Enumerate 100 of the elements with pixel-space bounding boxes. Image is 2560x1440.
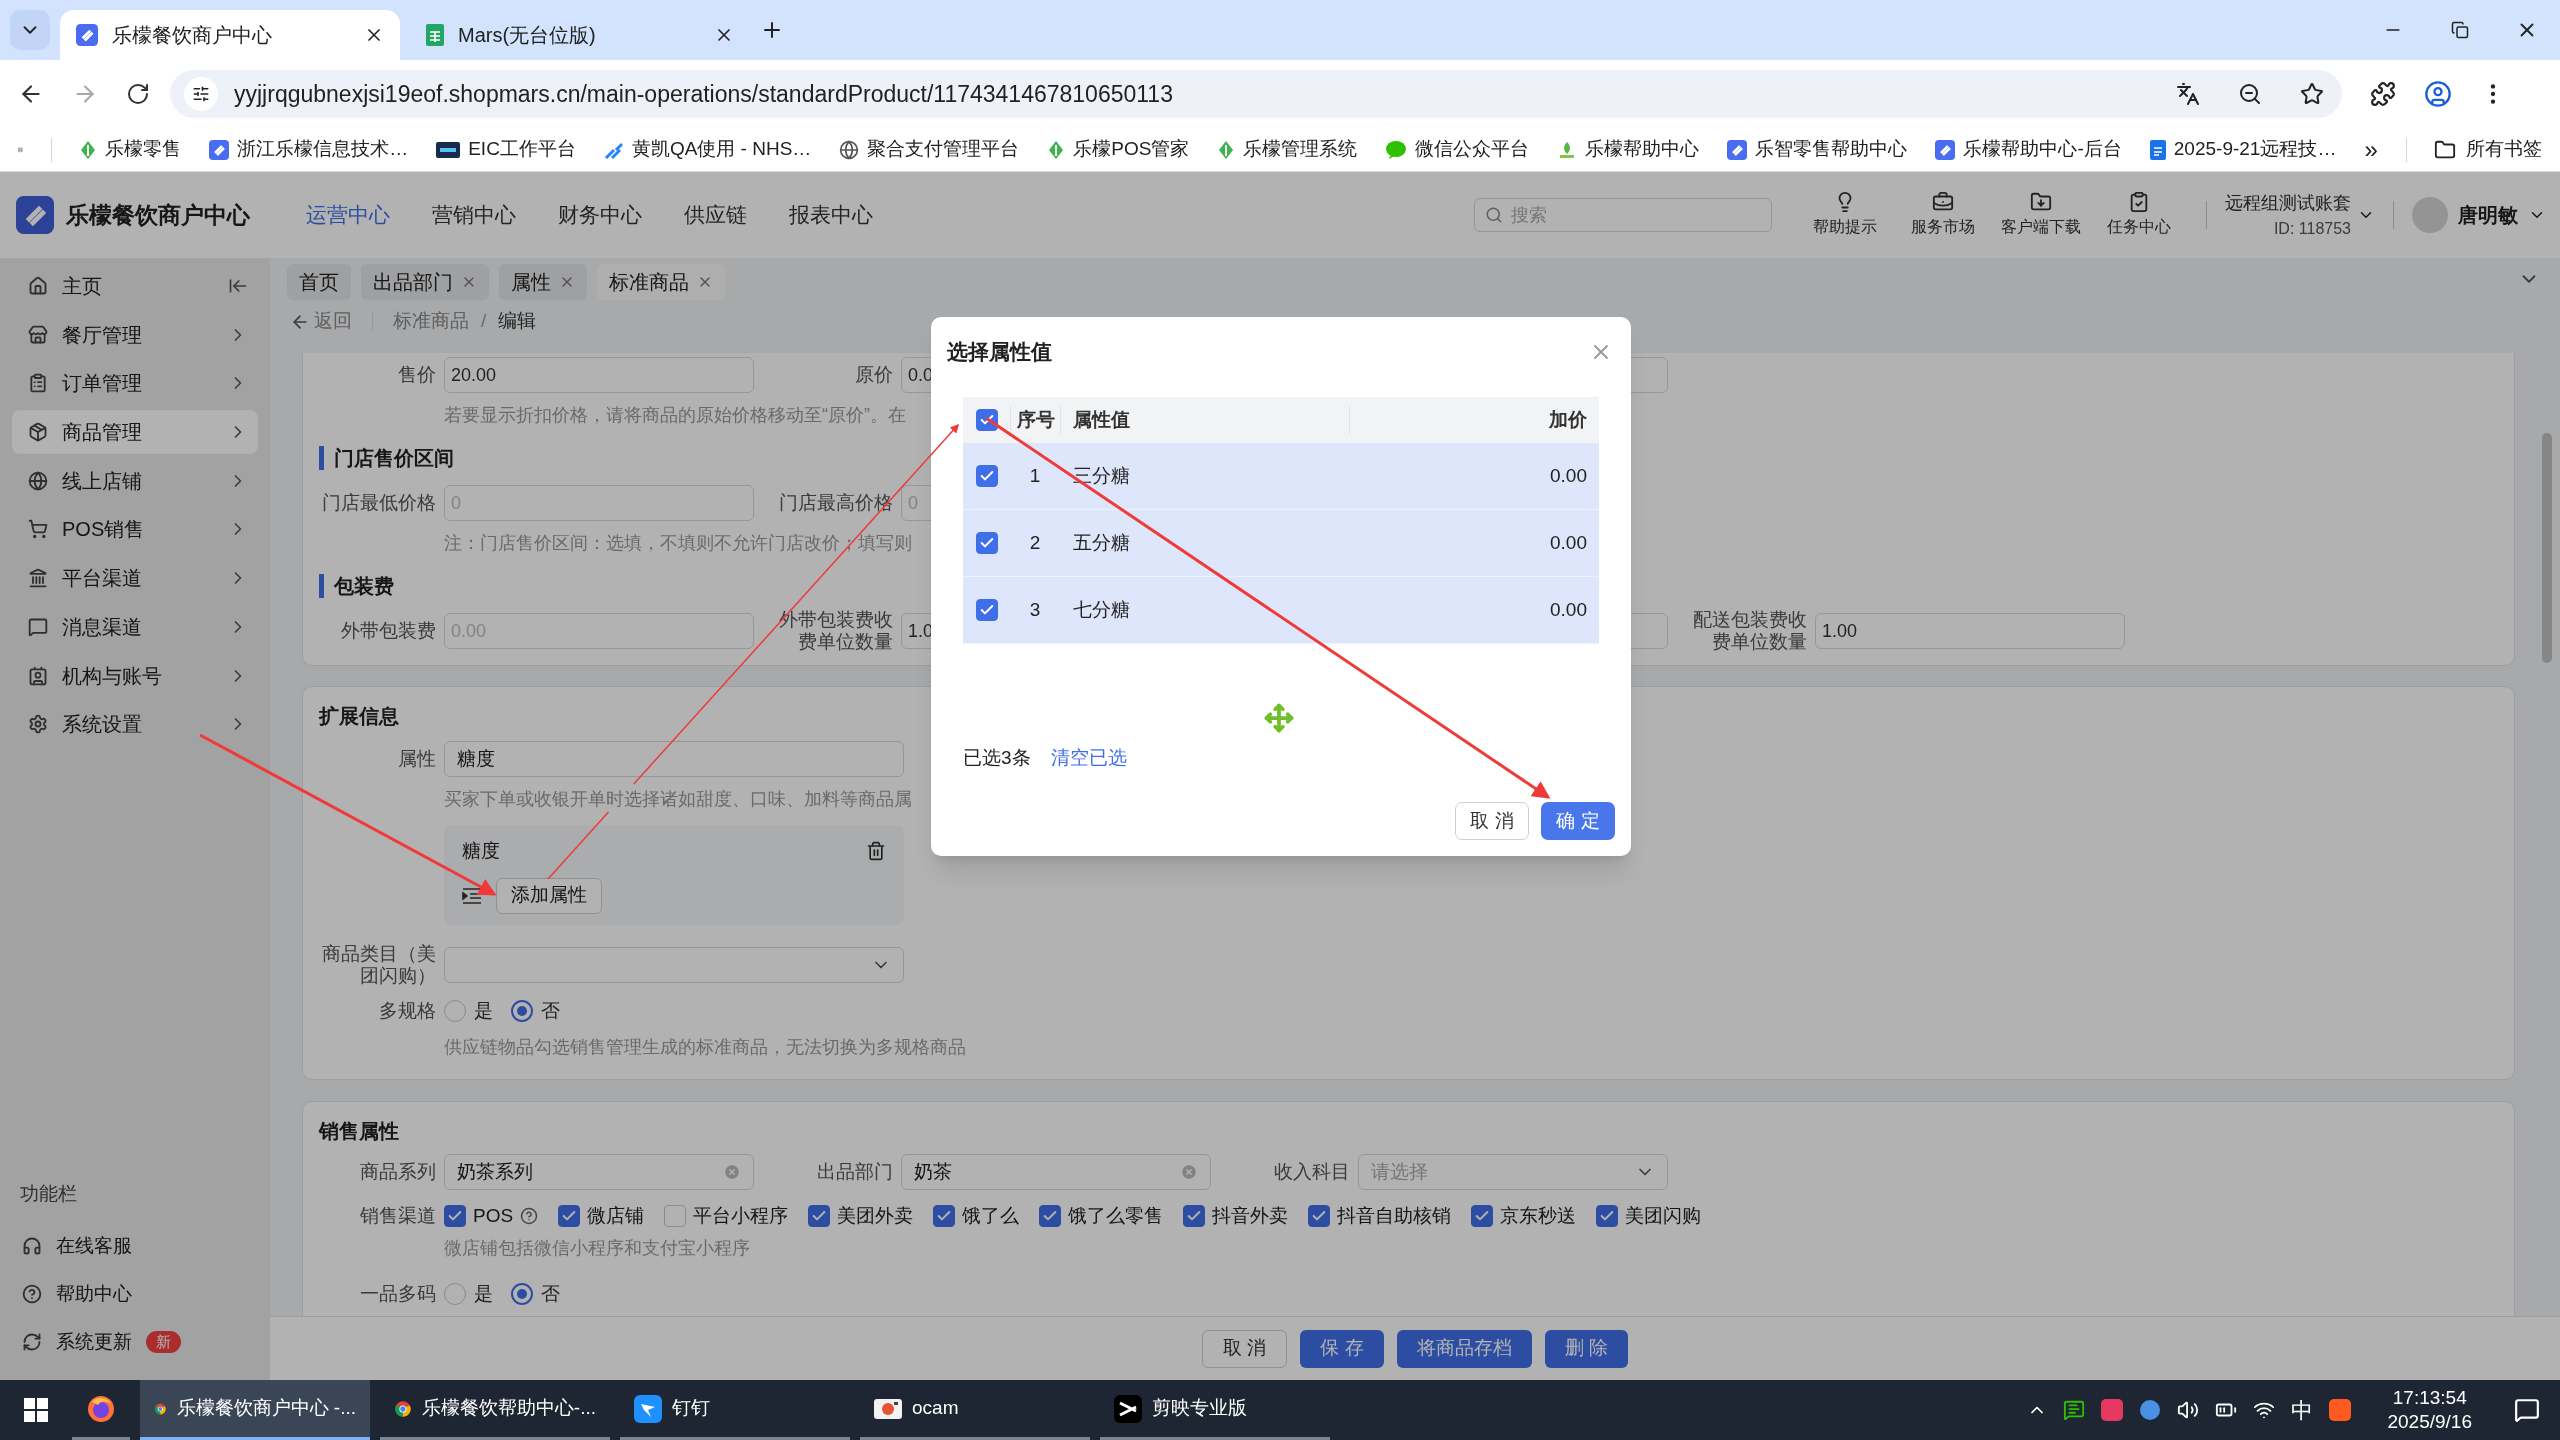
zoom-icon[interactable] xyxy=(2238,82,2262,106)
clock[interactable]: 17:13:54 2025/9/16 xyxy=(2387,1386,2472,1434)
notifications-icon[interactable] xyxy=(2514,1397,2540,1423)
input-field[interactable]: 糖度 xyxy=(444,741,904,777)
checkbox[interactable] xyxy=(808,1205,831,1227)
input-field[interactable]: 20.00 xyxy=(444,357,754,393)
bookmark[interactable]: 黄凯QA使用 - NHS… xyxy=(603,135,812,164)
sidebar-item[interactable]: 线上店铺 xyxy=(12,458,258,503)
restore-icon[interactable] xyxy=(2450,21,2469,39)
sidebar-item[interactable]: 系统设置 xyxy=(12,702,258,747)
checkbox[interactable] xyxy=(1183,1205,1206,1227)
bookmark[interactable]: 乐檬零售 xyxy=(79,135,182,164)
sidebar-item[interactable]: 机构与账号 xyxy=(12,653,258,698)
star-icon[interactable] xyxy=(2300,82,2324,106)
dialog-button[interactable]: 取 消 xyxy=(1455,802,1529,840)
table-row[interactable]: 2 五分糖 0.00 xyxy=(963,510,1599,577)
page-tab[interactable]: 首页 xyxy=(287,264,351,300)
select-field[interactable]: 奶茶 xyxy=(901,1154,1211,1190)
taskbar-app[interactable]: ocam xyxy=(860,1380,1090,1440)
sidebar-item[interactable]: 商品管理 xyxy=(12,410,258,455)
sidebar-item[interactable]: 订单管理 xyxy=(12,361,258,406)
collapse-icon[interactable] xyxy=(228,276,248,296)
checkbox[interactable] xyxy=(975,599,998,621)
input-field[interactable]: 1.00 xyxy=(1815,613,2125,649)
action-button[interactable]: 保 存 xyxy=(1300,1329,1384,1368)
translate-icon[interactable] xyxy=(2176,82,2200,106)
toolbar-button[interactable]: 帮助提示 xyxy=(1796,191,1894,239)
checkbox[interactable] xyxy=(975,409,998,431)
volume-icon[interactable] xyxy=(2177,1399,2200,1421)
checkbox[interactable] xyxy=(1308,1205,1331,1227)
browser-tab[interactable]: 乐檬餐饮商户中心 xyxy=(60,10,400,60)
bookmark[interactable]: 聚合支付管理平台 xyxy=(839,135,1020,164)
bookmark[interactable]: EIC工作平台 xyxy=(436,135,576,164)
bookmark[interactable]: 浙江乐檬信息技术… xyxy=(209,135,409,164)
checkbox[interactable] xyxy=(444,1205,466,1227)
radio-button[interactable] xyxy=(511,1000,533,1022)
bookmark[interactable]: 乐智零售帮助中心 xyxy=(1727,135,1908,164)
page-tab[interactable]: 属性 xyxy=(499,264,587,300)
sidebar-item[interactable]: 餐厅管理 xyxy=(12,312,258,357)
site-info-button[interactable] xyxy=(184,77,218,111)
bookmark[interactable]: 乐檬管理系统 xyxy=(1217,135,1358,164)
input-method-indicator[interactable]: 中 xyxy=(2291,1393,2314,1427)
tab-list-button[interactable] xyxy=(10,10,50,50)
sidebar-link[interactable]: 帮助中心 xyxy=(12,1270,258,1318)
taskbar-app[interactable]: 乐檬餐饮帮助中心-... xyxy=(380,1380,610,1440)
taskbar-app[interactable]: 钉钉 xyxy=(620,1380,850,1440)
sidebar-item[interactable]: POS销售 xyxy=(12,507,258,552)
address-field[interactable]: yyjjrqgubnexjsi19eof.shopmars.cn/main-operations/standardProduct/1174341467810650113 xyxy=(170,70,2342,118)
radio-button[interactable] xyxy=(444,1000,466,1022)
nav-tab[interactable]: 财务中心 xyxy=(548,199,652,231)
bookmark[interactable]: 乐檬帮助中心-后台 xyxy=(1935,135,2122,164)
search-field[interactable]: 搜索 xyxy=(1474,198,1772,232)
bookmark[interactable]: 2025-9-21远程技… xyxy=(2149,135,2337,164)
bookmark[interactable]: 所有书签 xyxy=(2434,135,2542,164)
app-icon[interactable] xyxy=(2101,1399,2124,1421)
page-tab[interactable]: 出品部门 xyxy=(361,264,489,300)
app-icon[interactable] xyxy=(2139,1399,2162,1421)
chat-icon[interactable] xyxy=(2063,1399,2086,1421)
checkbox[interactable] xyxy=(975,532,998,554)
select-field[interactable] xyxy=(444,947,904,983)
more-bookmarks-button[interactable]: » xyxy=(2364,131,2378,168)
radio-button[interactable] xyxy=(444,1283,466,1305)
checkbox[interactable] xyxy=(664,1205,687,1227)
nav-tab[interactable]: 运营中心 xyxy=(296,199,400,231)
checkbox[interactable] xyxy=(558,1205,581,1227)
nav-tab[interactable]: 营销中心 xyxy=(422,199,526,231)
sidebar-link[interactable]: 在线客服 xyxy=(12,1222,258,1270)
bookmark[interactable]: 微信公众平台 xyxy=(1385,135,1530,164)
select-field[interactable]: 奶茶系列 xyxy=(444,1154,754,1190)
bookmark[interactable]: 乐檬帮助中心 xyxy=(1557,135,1700,164)
radio-button[interactable] xyxy=(511,1283,533,1305)
action-button[interactable]: 删 除 xyxy=(1544,1329,1628,1368)
browser-tab[interactable]: Mars(无台位版) xyxy=(410,10,750,60)
taskbar-app[interactable]: 乐檬餐饮商户中心 -... xyxy=(140,1380,370,1440)
checkbox[interactable] xyxy=(933,1205,956,1227)
windows-icon[interactable] xyxy=(24,1398,48,1422)
clear-selection-link[interactable]: 清空已选 xyxy=(1050,743,1127,773)
user-menu[interactable]: 唐明敏 xyxy=(2412,197,2546,233)
toolbar-button[interactable]: 客户端下载 xyxy=(1992,191,2090,239)
checkbox[interactable] xyxy=(975,465,998,487)
toolbar-button[interactable]: 任务中心 xyxy=(2090,191,2188,239)
checkbox[interactable] xyxy=(1596,1205,1619,1227)
action-button[interactable]: 将商品存档 xyxy=(1396,1329,1532,1368)
checkbox[interactable] xyxy=(1471,1205,1494,1227)
sidebar-item[interactable]: 平台渠道 xyxy=(12,556,258,601)
sidebar-item[interactable]: 消息渠道 xyxy=(12,604,258,649)
dialog-button[interactable]: 确 定 xyxy=(1541,802,1615,840)
page-tab[interactable]: 标准商品 xyxy=(597,264,725,300)
delete-icon[interactable] xyxy=(866,841,886,862)
table-row[interactable]: 3 七分糖 0.00 xyxy=(963,577,1599,644)
account-switcher[interactable]: 远程组测试账套 ID: 118753 xyxy=(2225,189,2375,241)
nav-tab[interactable]: 供应链 xyxy=(674,199,757,231)
profile-icon[interactable] xyxy=(2424,80,2452,108)
bookmark[interactable]: 乐檬POS管家 xyxy=(1047,135,1190,164)
reload-icon[interactable] xyxy=(126,82,150,106)
action-button[interactable]: 取 消 xyxy=(1202,1329,1288,1368)
app-icon[interactable] xyxy=(2329,1399,2352,1421)
add-attribute-button[interactable]: 添加属性 xyxy=(496,877,602,914)
sidebar-link[interactable]: 系统更新 新 xyxy=(12,1318,258,1366)
toolbar-button[interactable]: 服务市场 xyxy=(1894,191,1992,239)
